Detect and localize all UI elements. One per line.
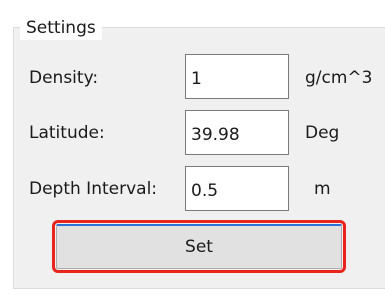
latitude-input[interactable]	[185, 110, 289, 155]
density-unit: g/cm^3	[305, 68, 373, 88]
density-input[interactable]	[185, 54, 289, 99]
settings-window: Settings Density: g/cm^3 Latitude: Deg D…	[0, 0, 385, 300]
depth-interval-label: Depth Interval:	[29, 179, 158, 199]
set-button[interactable]: Set	[52, 220, 346, 273]
depth-interval-input[interactable]	[185, 166, 289, 211]
density-label: Density:	[29, 68, 99, 88]
latitude-unit: Deg	[305, 123, 340, 143]
depth-interval-unit: m	[314, 179, 331, 199]
settings-group-title: Settings	[20, 16, 102, 40]
latitude-label: Latitude:	[29, 123, 105, 143]
